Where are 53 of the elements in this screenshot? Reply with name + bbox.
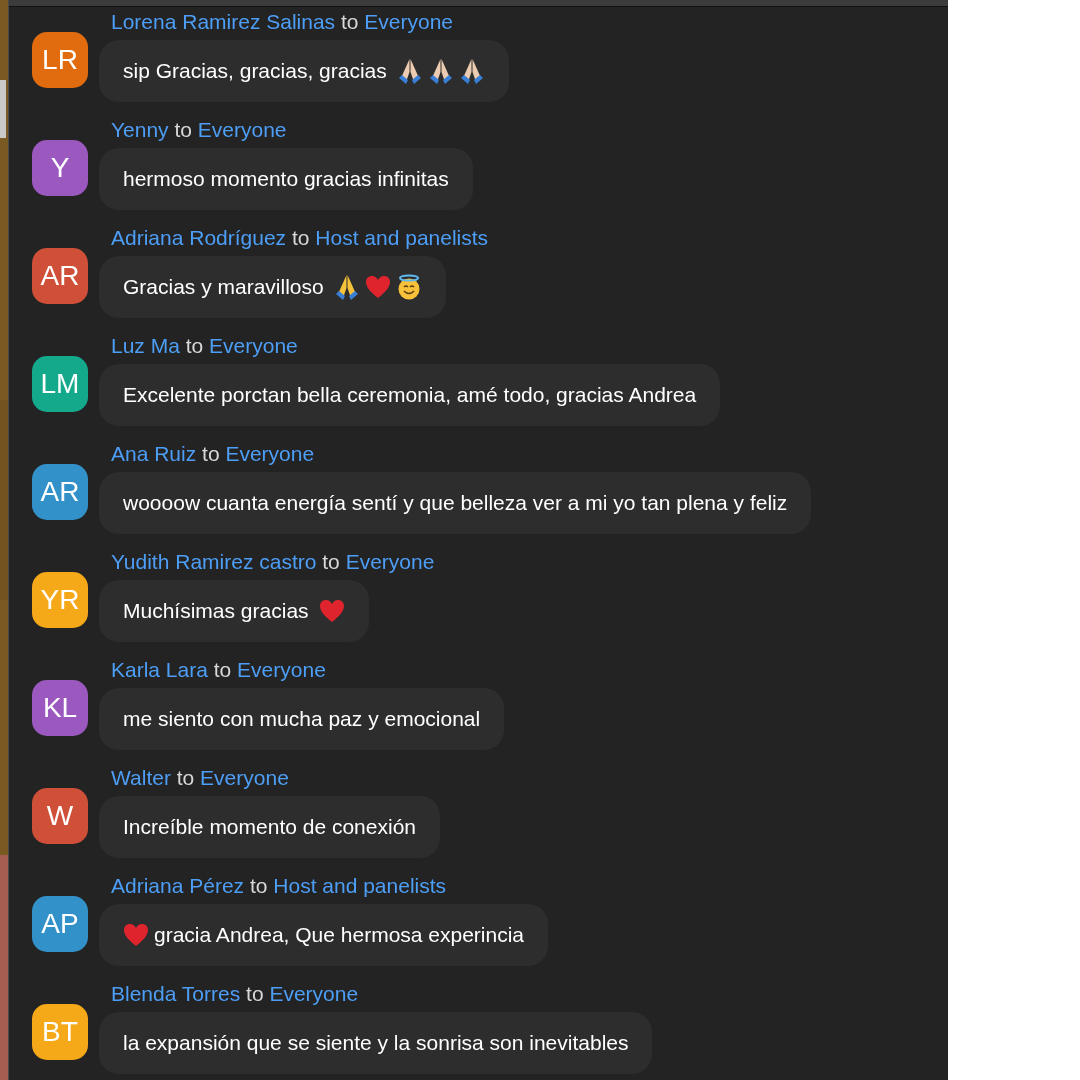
message-text: Muchísimas gracias [123, 599, 309, 623]
sender-name[interactable]: Ana Ruiz [111, 442, 197, 465]
recipient-name: Host and panelists [315, 226, 489, 249]
heart-icon [123, 922, 149, 948]
recipient-name: Everyone [364, 10, 454, 33]
message-text: la expansión que se siente y la sonrisa son inevitables [123, 1031, 629, 1055]
avatar: W [32, 788, 88, 844]
sender-name[interactable]: Walter [111, 766, 171, 789]
recipient-name: Everyone [237, 658, 326, 681]
message-text: gracia Andrea, Que hermosa experincia [154, 923, 525, 947]
sender-name[interactable]: Luz Ma [111, 334, 180, 357]
avatar: BT [32, 1004, 88, 1060]
avatar: KL [32, 680, 88, 736]
message-text: hermoso momento gracias infinitas [123, 167, 449, 191]
to-label: to [340, 10, 359, 33]
to-label: to [176, 766, 195, 789]
recipient-name: Everyone [209, 334, 298, 357]
to-label: to [291, 226, 310, 249]
heart-icon [318, 598, 345, 624]
message-text: sip Gracias, gracias, gracias [123, 59, 387, 83]
recipient-name: Everyone [225, 442, 315, 465]
recipient-name: Host and panelists [273, 874, 447, 897]
to-label: to [322, 550, 340, 573]
to-label: to [249, 874, 268, 897]
heart-icon [364, 274, 391, 300]
sender-name[interactable]: Yudith Ramirez castro [111, 550, 317, 573]
message-text: Gracias y maravilloso [123, 275, 324, 299]
avatar: Y [32, 140, 88, 196]
avatar: LM [32, 356, 88, 412]
avatar: AR [32, 464, 88, 520]
message-text: Excelente porctan bella ceremonia, amé todo, gracias Andrea [123, 383, 697, 407]
avatar: YR [32, 572, 88, 628]
sender-name[interactable]: Yenny [111, 118, 169, 141]
recipient-name: Everyone [269, 982, 359, 1005]
to-label: to [202, 442, 220, 465]
avatar: LR [32, 32, 88, 88]
message-text: me siento con mucha paz y emocional [123, 707, 481, 731]
to-label: to [213, 658, 232, 681]
message-text: woooow cuanta energía sentí y que belleza ver a mi yo tan plena y feliz [123, 491, 788, 515]
to-label: to [246, 982, 264, 1005]
sender-name[interactable]: Adriana Pérez [111, 874, 245, 897]
to-label: to [185, 334, 204, 357]
to-label: to [174, 118, 192, 141]
recipient-name: Everyone [345, 550, 435, 573]
avatar: AR [32, 248, 88, 304]
message-text: Increíble momento de conexión [123, 815, 416, 839]
sender-name[interactable]: Blenda Torres [111, 982, 241, 1005]
recipient-name: Everyone [197, 118, 287, 141]
sender-name[interactable]: Adriana Rodríguez [111, 226, 287, 249]
recipient-name: Everyone [200, 766, 289, 789]
sender-name[interactable]: Karla Lara [111, 658, 208, 681]
avatar: AP [32, 896, 88, 952]
sender-name[interactable]: Lorena Ramirez Salinas [111, 10, 336, 33]
